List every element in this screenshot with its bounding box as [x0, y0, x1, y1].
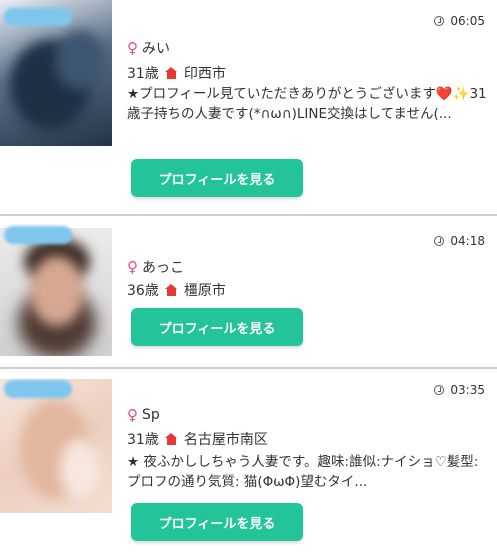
home-icon [164, 284, 178, 296]
photo-blur [30, 256, 84, 326]
status-badge [4, 226, 72, 244]
profile-card[interactable]: 04:18 ♀ あっこ 36歳 橿原市 プロフィールを見る [0, 216, 497, 368]
timestamp: 04:18 [434, 234, 485, 248]
female-icon: ♀ [127, 406, 138, 424]
profile-bio: ★ 夜ふかししちゃう人妻です。趣味:誰似:ナイショ♡髪型:プロフの通り気質: 猫… [127, 454, 479, 490]
profile-location: 名古屋市南区 [183, 432, 268, 448]
status-badge [4, 380, 72, 398]
name-row: ♀ あっこ [127, 257, 184, 277]
profile-location: 橿原市 [183, 283, 226, 299]
photo-blur [55, 30, 105, 90]
photo-blur [60, 439, 100, 499]
profile-bio: ★プロフィール見ていただきありがとうございます❤️✨31歳子持ちの人妻です(*∩… [127, 86, 487, 122]
profile-age: 31歳 [127, 432, 159, 448]
clock-icon [434, 385, 445, 395]
time-text: 04:18 [450, 234, 485, 248]
profile-age: 36歳 [127, 283, 159, 299]
name-row: ♀ Sp [127, 406, 160, 424]
clock-icon [434, 236, 445, 246]
time-text: 03:35 [450, 383, 485, 397]
profile-age: 31歳 [127, 66, 159, 82]
status-badge [4, 8, 72, 26]
female-icon: ♀ [127, 258, 138, 276]
view-profile-button[interactable]: プロフィールを見る [131, 159, 303, 197]
profile-name: あっこ [142, 260, 184, 276]
info-row: 31歳 印西市 [127, 63, 226, 83]
clock-icon [434, 16, 445, 26]
home-icon [164, 433, 178, 445]
profile-card[interactable]: 03:35 ♀ Sp 31歳 名古屋市南区 ★ 夜ふかししちゃう人妻です。趣味:… [0, 369, 497, 555]
view-profile-button[interactable]: プロフィールを見る [131, 308, 303, 346]
profile-card[interactable]: 06:05 ♀ みい 31歳 印西市 ★プロフィール見ていただきありがとうござい… [0, 0, 497, 215]
profile-name: Sp [142, 407, 160, 423]
profile-name: みい [142, 41, 170, 57]
timestamp: 06:05 [434, 14, 485, 28]
info-row: 31歳 名古屋市南区 [127, 429, 268, 449]
time-text: 06:05 [450, 14, 485, 28]
profile-photo[interactable] [0, 228, 112, 356]
name-row: ♀ みい [127, 38, 170, 58]
timestamp: 03:35 [434, 383, 485, 397]
female-icon: ♀ [127, 39, 138, 57]
home-icon [164, 67, 178, 79]
profile-location: 印西市 [183, 66, 226, 82]
profile-photo[interactable] [0, 379, 112, 513]
info-row: 36歳 橿原市 [127, 280, 226, 300]
view-profile-button[interactable]: プロフィールを見る [131, 503, 303, 541]
